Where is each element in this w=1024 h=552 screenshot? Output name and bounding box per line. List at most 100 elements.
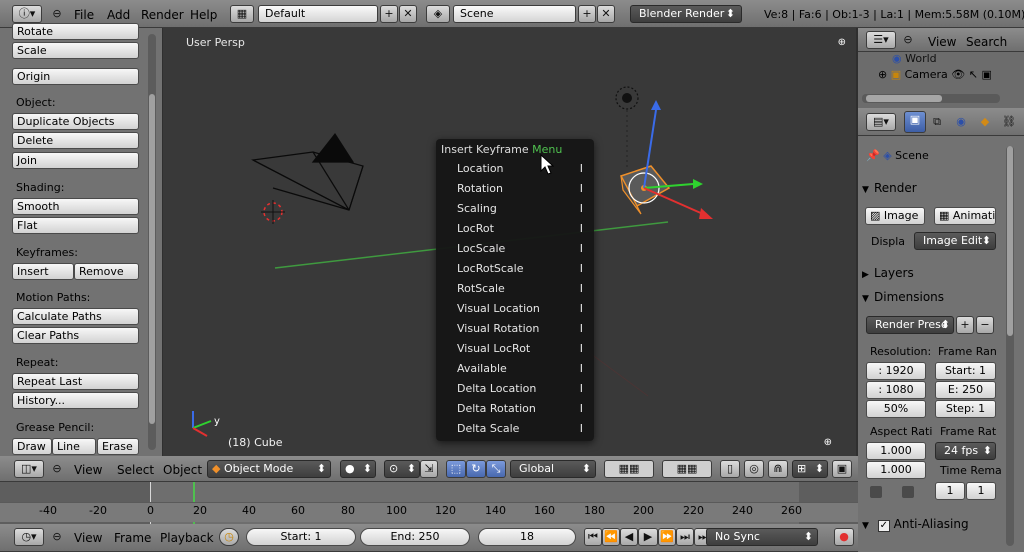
- kf-item-locscale[interactable]: LocScale I: [457, 240, 585, 258]
- border-checkbox[interactable]: [870, 486, 882, 498]
- view3d-editor-type-button[interactable]: ◫▾: [14, 460, 44, 478]
- world-item[interactable]: ◉ World: [892, 52, 937, 65]
- screen-layout-field[interactable]: Default: [258, 5, 378, 23]
- remove-keyframe-button[interactable]: Remove: [74, 263, 139, 280]
- frame-rate-dropdown[interactable]: 24 fps ⬍: [935, 442, 996, 460]
- screen-layout-button[interactable]: ▦: [230, 5, 254, 23]
- grease-erase-button[interactable]: Erase: [97, 438, 139, 455]
- jump-next-keyframe-button[interactable]: ⏩: [658, 528, 676, 546]
- kf-item-delta-scale[interactable]: Delta Scale I: [457, 420, 585, 438]
- collapse-menu-icon[interactable]: ⊖: [50, 460, 64, 478]
- transform-orientation-dropdown[interactable]: Global ⬍: [510, 460, 596, 478]
- jump-prev-keyframe-button[interactable]: ⏪: [602, 528, 620, 546]
- kf-item-visual-location[interactable]: Visual Location I: [457, 300, 585, 318]
- layer-buttons-group-1[interactable]: ▦▦: [604, 460, 654, 478]
- layer-lock-button[interactable]: ▯: [720, 460, 740, 478]
- history-button[interactable]: History...: [12, 392, 139, 409]
- frame-start-field[interactable]: Start: 1: [935, 362, 996, 380]
- snap-target-button[interactable]: ▣: [832, 460, 852, 478]
- dimensions-panel-header[interactable]: ▼ Dimensions: [862, 287, 998, 307]
- menu-view[interactable]: View: [74, 463, 102, 477]
- timeline-menu-frame[interactable]: Frame: [114, 531, 151, 545]
- scene-button[interactable]: ◈: [426, 5, 450, 23]
- timeline-end-field[interactable]: End: 250: [360, 528, 470, 546]
- toolshelf-scrollbar[interactable]: [148, 34, 156, 450]
- pivot-point-dropdown[interactable]: ⊙ ⬍: [384, 460, 420, 478]
- origin-button[interactable]: Origin: [12, 68, 139, 85]
- timeline-menu-view[interactable]: View: [74, 531, 102, 545]
- grease-line-button[interactable]: Line: [52, 438, 96, 455]
- properties-scroll-thumb[interactable]: [1007, 146, 1013, 336]
- timeline[interactable]: -40 -20 0 20 40 60 80 100 120 140 160 18…: [0, 482, 858, 524]
- clear-paths-button[interactable]: Clear Paths: [12, 327, 139, 344]
- outliner-view-menu[interactable]: View: [928, 35, 956, 49]
- jump-end-button[interactable]: ⏭: [676, 528, 694, 546]
- kf-item-locrot[interactable]: LocRot I: [457, 220, 585, 238]
- delete-scene-button[interactable]: ✕: [597, 5, 615, 23]
- auto-keyframe-record-button[interactable]: ●: [834, 528, 854, 546]
- aspect-y-field[interactable]: 1.000: [866, 461, 926, 479]
- render-preset-dropdown[interactable]: Render Prese ⬍: [866, 316, 954, 334]
- kf-item-locrotscale[interactable]: LocRotScale I: [457, 260, 585, 278]
- join-button[interactable]: Join: [12, 152, 139, 169]
- render-engine-dropdown[interactable]: Blender Render ⬍: [630, 5, 742, 23]
- crop-checkbox[interactable]: [902, 486, 914, 498]
- collapse-menu-icon[interactable]: ⊖: [901, 31, 915, 49]
- menu-file[interactable]: File: [74, 8, 94, 22]
- render-layers-tab-icon[interactable]: ⧉: [930, 113, 944, 131]
- aspect-x-field[interactable]: 1.000: [866, 442, 926, 460]
- kf-item-location[interactable]: Location I: [457, 160, 585, 178]
- properties-scrollbar[interactable]: [1006, 146, 1014, 546]
- timeline-start-field[interactable]: Start: 1: [246, 528, 356, 546]
- cursor-select-icon[interactable]: ↖: [969, 68, 978, 81]
- render-tab-button[interactable]: ▣: [904, 111, 926, 133]
- flat-button[interactable]: Flat: [12, 217, 139, 234]
- render-panel-header[interactable]: ▼ Render: [862, 178, 998, 198]
- viewport-shading-dropdown[interactable]: ● ⬍: [340, 460, 376, 478]
- kf-item-rotation[interactable]: Rotation I: [457, 180, 585, 198]
- scene-field[interactable]: Scene: [453, 5, 576, 23]
- layers-panel-header[interactable]: ▶ Layers: [862, 263, 998, 283]
- frame-step-field[interactable]: Step: 1: [935, 400, 996, 418]
- grease-draw-button[interactable]: Draw: [12, 438, 52, 455]
- time-remap-old-field[interactable]: 1: [935, 482, 965, 500]
- toolshelf-scroll-thumb[interactable]: [149, 94, 155, 424]
- play-reverse-button[interactable]: ◀: [620, 528, 638, 546]
- timeline-editor-type-button[interactable]: ◷▾: [14, 528, 44, 546]
- eye-icon[interactable]: 👁: [951, 68, 965, 81]
- anti-aliasing-checkbox[interactable]: ✓: [877, 520, 890, 532]
- resolution-percent-field[interactable]: 50%: [866, 400, 926, 418]
- resolution-x-field[interactable]: : 1920: [866, 362, 926, 380]
- anti-aliasing-panel-header[interactable]: ▼ ✓ Anti-Aliasing: [862, 514, 998, 534]
- menu-help[interactable]: Help: [190, 8, 217, 22]
- play-button[interactable]: ▶: [638, 528, 658, 546]
- expand-icon[interactable]: ⊕: [878, 68, 887, 81]
- editor-type-info-button[interactable]: ⓘ▾: [12, 5, 42, 23]
- menu-add[interactable]: Add: [107, 8, 130, 22]
- menu-object[interactable]: Object: [163, 463, 202, 477]
- frame-end-field[interactable]: E: 250: [935, 381, 996, 399]
- rotate-manipulator-button[interactable]: ↻: [466, 460, 486, 478]
- rotate-button[interactable]: Rotate: [12, 23, 139, 40]
- display-dropdown[interactable]: Image Edit ⬍: [914, 232, 996, 250]
- world-tab-icon[interactable]: ◉: [954, 113, 968, 131]
- kf-item-available[interactable]: Available I: [457, 360, 585, 378]
- remove-preset-button[interactable]: −: [976, 316, 994, 334]
- mode-dropdown[interactable]: ◆ Object Mode ⬍: [207, 460, 331, 478]
- menu-select[interactable]: Select: [117, 463, 154, 477]
- add-scene-button[interactable]: +: [578, 5, 596, 23]
- pin-icon[interactable]: 📌: [866, 149, 880, 162]
- current-frame-field[interactable]: 18: [478, 528, 576, 546]
- kf-item-scaling[interactable]: Scaling I: [457, 200, 585, 218]
- resolution-y-field[interactable]: : 1080: [866, 381, 926, 399]
- kf-item-visual-rotation[interactable]: Visual Rotation I: [457, 320, 585, 338]
- manipulator-toggle-button[interactable]: ⇲: [420, 460, 438, 478]
- kf-item-delta-location[interactable]: Delta Location I: [457, 380, 585, 398]
- duplicate-objects-button[interactable]: Duplicate Objects: [12, 113, 139, 130]
- kf-item-rotscale[interactable]: RotScale I: [457, 280, 585, 298]
- render-icon[interactable]: ▣: [981, 68, 991, 81]
- snap-element-dropdown[interactable]: ⊞ ⬍: [792, 460, 828, 478]
- kf-item-delta-rotation[interactable]: Delta Rotation I: [457, 400, 585, 418]
- time-remap-new-field[interactable]: 1: [966, 482, 996, 500]
- render-image-button[interactable]: ▨ Image: [865, 207, 925, 225]
